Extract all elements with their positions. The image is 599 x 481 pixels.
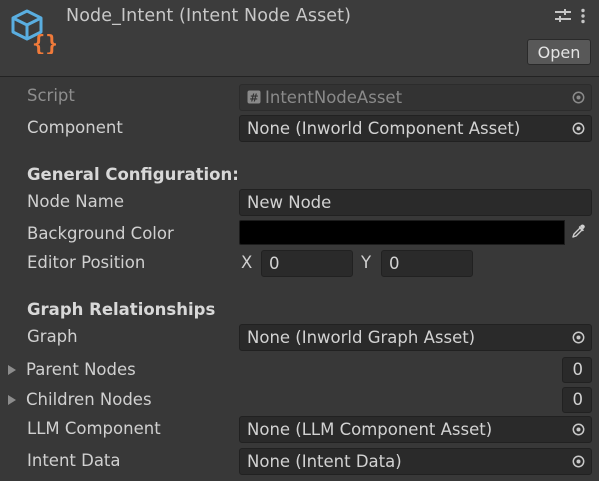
inspector-header: {} Node_Intent (Intent Node Asset) Open: [0, 0, 599, 77]
component-value: None (Inworld Component Asset): [247, 119, 521, 138]
children-nodes-count[interactable]: 0: [562, 387, 592, 413]
eyedropper-button[interactable]: [565, 220, 592, 245]
intent-data-field[interactable]: None (Intent Data): [239, 448, 592, 475]
object-picker-icon[interactable]: [572, 455, 585, 468]
object-picker-icon[interactable]: [572, 423, 585, 436]
open-button[interactable]: Open: [527, 39, 591, 65]
background-color-swatch[interactable]: [239, 220, 565, 245]
general-config-heading: General Configuration:: [27, 165, 239, 184]
pos-y-input[interactable]: 0: [381, 250, 473, 277]
editor-position-label: Editor Position: [27, 253, 146, 272]
script-field: # IntentNodeAsset: [239, 84, 592, 111]
pos-x-input[interactable]: 0: [261, 250, 353, 277]
node-name-label: Node Name: [27, 192, 124, 211]
background-color-label: Background Color: [27, 224, 174, 243]
component-field[interactable]: None (Inworld Component Asset): [239, 115, 592, 142]
component-label: Component: [27, 118, 123, 137]
graph-field[interactable]: None (Inworld Graph Asset): [239, 324, 592, 351]
object-picker-icon: [572, 91, 585, 104]
asset-title: Node_Intent (Intent Node Asset): [66, 6, 352, 26]
eyedropper-icon: [572, 224, 585, 238]
intent-data-value: None (Intent Data): [247, 452, 402, 471]
parent-nodes-foldout-arrow-icon[interactable]: [7, 364, 17, 376]
llm-component-field[interactable]: None (LLM Component Asset): [239, 416, 592, 443]
parent-nodes-count[interactable]: 0: [562, 357, 592, 383]
llm-component-value: None (LLM Component Asset): [247, 420, 493, 439]
graph-label: Graph: [27, 327, 78, 346]
svg-text:#: #: [249, 92, 258, 105]
graph-value: None (Inworld Graph Asset): [247, 328, 476, 347]
object-picker-icon[interactable]: [572, 331, 585, 344]
preset-sliders-icon[interactable]: [555, 9, 571, 23]
script-value: IntentNodeAsset: [265, 88, 403, 107]
script-label: Script: [27, 86, 75, 105]
parent-nodes-label[interactable]: Parent Nodes: [26, 360, 136, 379]
graph-relationships-heading: Graph Relationships: [27, 300, 216, 319]
script-file-icon: #: [247, 90, 261, 104]
children-nodes-foldout-arrow-icon[interactable]: [7, 394, 17, 406]
pos-y-label: Y: [361, 253, 372, 272]
object-picker-icon[interactable]: [572, 122, 585, 135]
node-name-input[interactable]: New Node: [239, 189, 592, 216]
svg-text:{}: {}: [32, 32, 56, 54]
intent-data-label: Intent Data: [27, 451, 121, 470]
asset-cube-icon: {}: [11, 9, 56, 54]
llm-component-label: LLM Component: [27, 419, 161, 438]
children-nodes-label[interactable]: Children Nodes: [26, 390, 152, 409]
more-menu-icon[interactable]: [580, 8, 586, 24]
pos-x-label: X: [241, 253, 253, 272]
